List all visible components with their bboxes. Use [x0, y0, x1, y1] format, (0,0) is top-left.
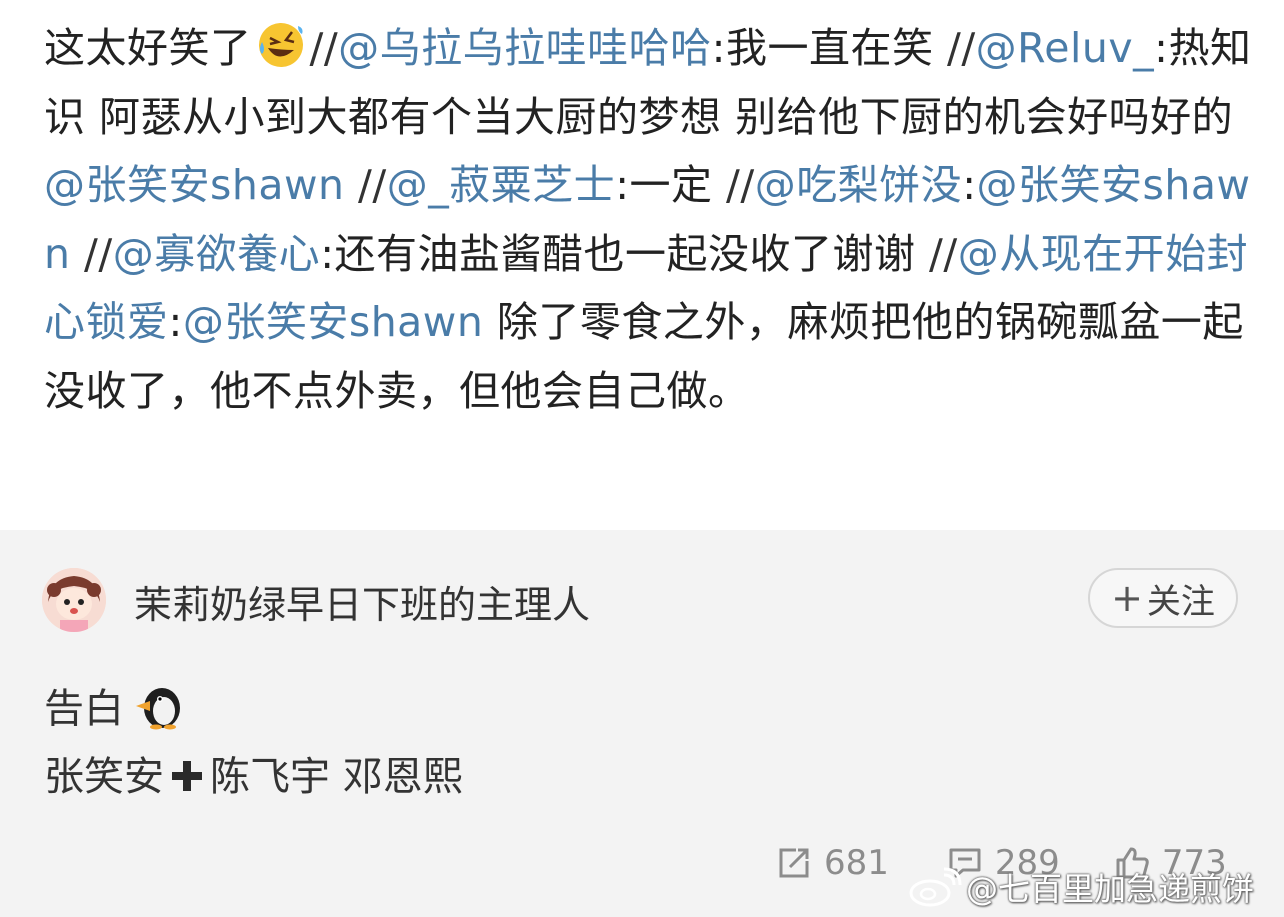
follow-button[interactable]: + 关注 [1088, 568, 1238, 628]
watermark-text: @七百里加急递煎饼 [966, 870, 1255, 908]
follow-label: 关注 [1146, 581, 1215, 622]
weibo-watermark: @七百里加急递煎饼 [908, 864, 1254, 910]
repost-text-fragment: :还有油盐酱醋也一起没收了谢谢 [320, 229, 930, 278]
repost-separator: // [947, 24, 976, 72]
plus-icon: + [1111, 576, 1143, 620]
original-post-text: 告白 [44, 686, 124, 732]
mention-link[interactable]: @张笑安shawn [183, 298, 484, 346]
repost-text: 这太好笑了//@乌拉乌拉哇哇哈哈:我一直在笑 //@Reluv_:热知识 阿瑟从… [44, 14, 1254, 425]
repost-text-fragment: : [962, 161, 977, 209]
repost-icon [779, 848, 809, 878]
mention-link[interactable]: @张笑安shawn [44, 161, 345, 209]
rolling-on-floor-laughing-emoji [256, 20, 306, 70]
avatar[interactable] [42, 568, 106, 632]
original-post-name-a: 张笑安 [44, 754, 164, 800]
repost-text-fragment: :我一直在笑 [711, 24, 947, 72]
weibo-logo-icon [909, 867, 962, 907]
mention-link[interactable]: @Reluv_ [976, 24, 1155, 72]
username[interactable]: 茉莉奶绿早日下班的主理人 [134, 574, 590, 629]
repost-text-fragment: :一定 [615, 161, 727, 209]
mention-link[interactable]: @吃梨饼没 [755, 161, 963, 209]
heavy-plus-icon [170, 757, 204, 791]
repost-text-fragment: : [168, 298, 183, 346]
repost-separator: // [358, 161, 387, 209]
repost-separator: // [309, 24, 339, 72]
mention-link[interactable]: @乌拉乌拉哇哇哈哈 [338, 24, 712, 72]
original-post-text-line2: 张笑安 陈飞宇 邓恩熙 [44, 744, 463, 802]
repost-separator: // [929, 229, 958, 278]
original-post-card[interactable]: 茉莉奶绿早日下班的主理人 + 关注 告白 张笑安 陈飞宇 邓恩熙 681 289… [0, 530, 1284, 917]
mention-link[interactable]: @_菽粟芝士 [387, 161, 616, 209]
repost-button[interactable]: 681 [776, 843, 889, 883]
repost-separator: // [726, 161, 755, 209]
repost-text-fragment [71, 230, 85, 278]
repost-separator: // [84, 229, 113, 278]
mention-link[interactable]: @寡欲養心 [113, 230, 321, 278]
penguin-emoji [132, 684, 184, 730]
original-post-name-b: 陈飞宇 邓恩熙 [210, 754, 463, 800]
repost-text-fragment: 这太好笑了 [44, 24, 252, 72]
repost-text-fragment [345, 161, 359, 209]
original-post-text-line1: 告白 [44, 676, 184, 734]
repost-count: 681 [824, 843, 889, 883]
